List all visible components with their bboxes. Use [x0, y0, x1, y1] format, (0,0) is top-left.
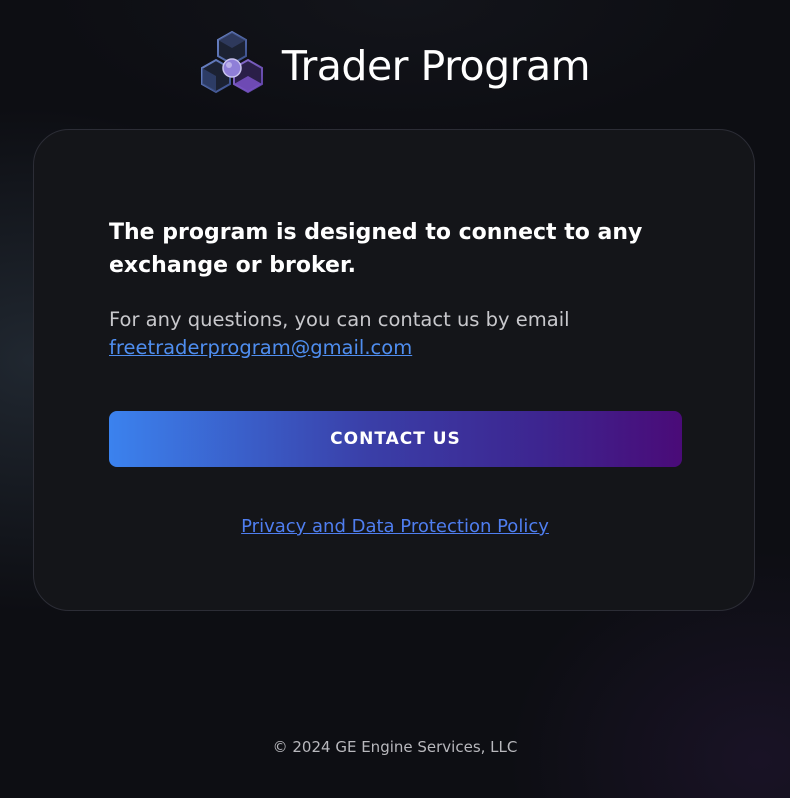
- card-headline: The program is designed to connect to an…: [109, 220, 643, 278]
- email-link[interactable]: freetraderprogram@gmail.com: [109, 334, 669, 362]
- app-title: Trader Program: [281, 42, 591, 90]
- contact-us-button[interactable]: CONTACT US: [109, 411, 682, 467]
- info-card: The program is designed to connect to an…: [33, 129, 755, 611]
- footer-copyright: © 2024 GE Engine Services, LLC: [272, 738, 518, 756]
- contact-text: For any questions, you can contact us by…: [109, 308, 570, 331]
- cube-cluster-logo-icon: [200, 30, 263, 94]
- header: Trader Program: [0, 28, 790, 104]
- contact-paragraph: For any questions, you can contact us by…: [109, 306, 669, 362]
- privacy-policy-link[interactable]: Privacy and Data Protection Policy: [34, 516, 756, 537]
